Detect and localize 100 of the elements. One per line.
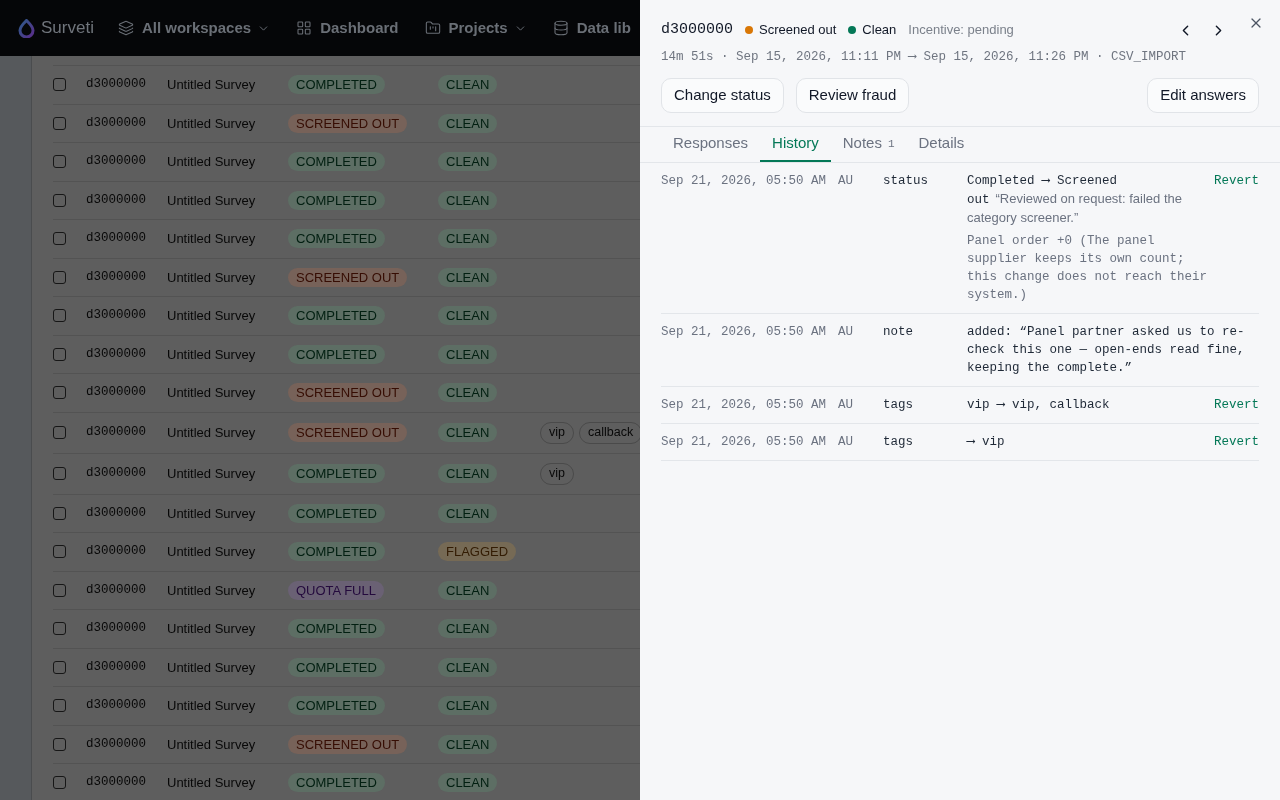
revert-link[interactable]: Revert: [1214, 172, 1259, 190]
fraud-badge: CLEAN: [438, 383, 498, 403]
history-change: vip ⟶ vip, callback: [967, 397, 1110, 414]
survey-name: Untitled Survey: [167, 620, 256, 638]
revert-link[interactable]: Revert: [1214, 396, 1259, 414]
response-id: d3000000: [86, 735, 146, 753]
history-change: added: “Panel partner asked us to re-check this one — open-ends read fine, keeping the complete.”: [967, 324, 1246, 377]
fraud-badge: CLEAN: [438, 423, 498, 442]
row-checkbox[interactable]: [53, 545, 66, 559]
survey-name: Untitled Survey: [167, 384, 256, 402]
status-badge: COMPLETED: [288, 542, 385, 562]
survey-name: Untitled Survey: [167, 268, 256, 287]
fraud-badge: CLEAN: [438, 113, 498, 133]
row-checkbox[interactable]: [53, 737, 66, 751]
fraud-badge: CLEAN: [438, 734, 498, 754]
status-badge: COMPLETED: [288, 306, 385, 326]
action-button[interactable]: Review fraud: [795, 78, 910, 113]
history-actor: AU: [838, 324, 854, 341]
fraud-badge: CLEAN: [438, 773, 498, 793]
survey-name: Untitled Survey: [167, 658, 256, 677]
response-id: d3000000: [86, 424, 146, 442]
survey-name: Untitled Survey: [167, 735, 256, 754]
tab[interactable]: History: [760, 127, 831, 162]
row-checkbox[interactable]: [53, 116, 66, 130]
row-checkbox[interactable]: [53, 347, 66, 361]
response-id: d3000000: [86, 620, 146, 638]
status-badge: QUOTA FULL: [288, 580, 384, 600]
history-date: Sep 21, 2026, 05:50 AM: [661, 173, 827, 190]
response-id: d3000000: [86, 114, 146, 132]
row-checkbox[interactable]: [53, 309, 66, 323]
row-checkbox[interactable]: [53, 155, 66, 169]
status-badge: COMPLETED: [288, 229, 385, 249]
row-checkbox[interactable]: [53, 583, 66, 597]
survey-name: Untitled Survey: [167, 307, 256, 325]
layers-icon: [117, 20, 134, 36]
status-badge: COMPLETED: [288, 190, 385, 210]
fraud-badge: CLEAN: [438, 306, 498, 326]
status-badge: SCREENED OUT: [288, 113, 408, 133]
row-checkbox[interactable]: [53, 506, 66, 520]
survey-name: Untitled Survey: [167, 230, 256, 248]
row-checkbox[interactable]: [53, 660, 66, 674]
revert-link[interactable]: Revert: [1214, 433, 1259, 451]
survey-name: Untitled Survey: [167, 114, 256, 133]
response-id: d3000000: [86, 543, 146, 561]
history-date: Sep 21, 2026, 05:50 AM: [661, 324, 827, 341]
nav-link[interactable]: Dashboard: [296, 16, 399, 40]
row-checkbox[interactable]: [53, 386, 66, 400]
fraud-badge: FLAGGED: [438, 542, 517, 562]
history-field: tags: [883, 433, 913, 451]
row-checkbox[interactable]: [53, 467, 66, 480]
nav-link[interactable]: Data lib: [552, 16, 631, 40]
row-checkbox[interactable]: [53, 622, 66, 636]
fraud-badge: CLEAN: [438, 344, 498, 364]
survey-name: Untitled Survey: [167, 464, 256, 483]
status-badge: COMPLETED: [288, 657, 385, 677]
status-badge: COMPLETED: [288, 773, 385, 793]
grid-icon: [296, 20, 313, 36]
logo-icon: [18, 18, 35, 38]
response-id: d3000000: [86, 581, 146, 599]
status-badge: COMPLETED: [288, 464, 385, 483]
action-button[interactable]: Edit answers: [1147, 78, 1259, 113]
row-checkbox[interactable]: [53, 776, 66, 790]
history-date: Sep 21, 2026, 05:50 AM: [661, 397, 827, 414]
tab[interactable]: Details: [906, 127, 977, 162]
status-badge: COMPLETED: [288, 344, 385, 364]
survey-name: Untitled Survey: [167, 774, 256, 792]
tab[interactable]: Notes 1: [830, 127, 907, 162]
nav-menu-button[interactable]: Projects: [424, 16, 527, 40]
row-checkbox[interactable]: [53, 78, 66, 92]
status-badge: COMPLETED: [288, 75, 385, 95]
survey-name: Untitled Survey: [167, 345, 256, 364]
row-checkbox[interactable]: [53, 193, 66, 207]
fraud-badge: CLEAN: [438, 152, 498, 172]
response-id: d3000000: [86, 658, 146, 676]
fraud-badge: CLEAN: [438, 657, 498, 677]
survey-name: Untitled Survey: [167, 581, 256, 600]
status-badge: COMPLETED: [288, 696, 385, 716]
status-badge: SCREENED OUT: [288, 423, 408, 442]
status-badge: COMPLETED: [288, 152, 385, 172]
status-badge: SCREENED OUT: [288, 734, 408, 754]
status-badge: COMPLETED: [288, 619, 385, 639]
row-checkbox[interactable]: [53, 426, 66, 439]
tab[interactable]: Responses: [661, 127, 761, 162]
fraud-badge: CLEAN: [438, 619, 498, 639]
fraud-badge: CLEAN: [438, 190, 498, 210]
survey-name: Untitled Survey: [167, 697, 256, 715]
folder-icon: [424, 20, 441, 36]
response-meta: 14m 51s · Sep 15, 2026, 11:11 PM ⟶ Sep 15, 2026, 11:26 PM · CSV_IMPORT: [661, 49, 1188, 66]
response-id: d3000000: [86, 774, 146, 792]
action-button[interactable]: Change status: [661, 78, 784, 113]
incentive-label: Incentive: pending: [908, 21, 1014, 40]
fraud-label: Clean: [862, 21, 897, 40]
row-checkbox[interactable]: [53, 699, 66, 713]
history-note: Panel order +0 (The panel supplier keeps its own count; this change does not reach their system.): [967, 233, 1209, 304]
survey-name: Untitled Survey: [167, 543, 256, 561]
nav-menu-button[interactable]: All workspaces: [117, 16, 271, 40]
row-checkbox[interactable]: [53, 270, 66, 284]
history-change: ⟶ vip: [967, 434, 1005, 451]
response-id: d3000000: [86, 504, 146, 522]
row-checkbox[interactable]: [53, 232, 66, 246]
